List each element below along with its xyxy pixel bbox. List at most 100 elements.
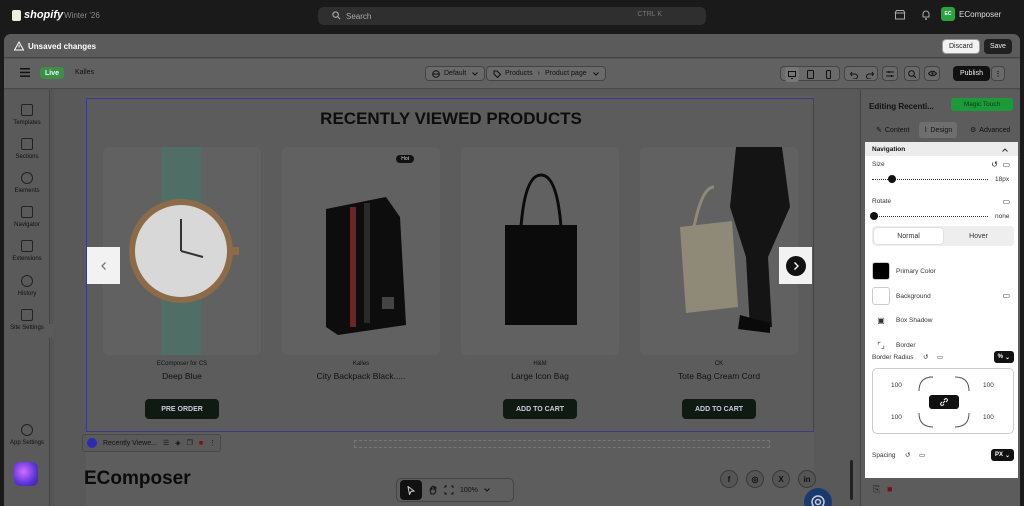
sidebar-item-elements[interactable]: Elements [4, 172, 50, 194]
cursor-icon[interactable] [400, 480, 422, 500]
device-selector[interactable]: Default [425, 66, 486, 81]
settings-sliders-icon[interactable] [882, 66, 898, 81]
hand-icon[interactable] [428, 485, 438, 495]
product-card[interactable]: CK Tote Bag Cream Cord ADD TO CART [640, 147, 798, 419]
facebook-icon[interactable]: f [720, 470, 738, 488]
save-button[interactable]: Save [984, 39, 1012, 54]
tab-content[interactable]: ✎ Content [871, 122, 914, 138]
product-image[interactable] [640, 147, 798, 355]
product-image[interactable]: Hot [282, 147, 440, 355]
slider-knob[interactable] [887, 175, 896, 183]
publish-button[interactable]: Publish [953, 66, 990, 81]
radius-top-right[interactable]: 100 [983, 382, 994, 389]
mobile-icon[interactable] [821, 67, 835, 82]
redo-icon[interactable] [863, 67, 877, 82]
inspect-icon[interactable] [904, 66, 920, 81]
clipboard-icon[interactable]: ⎘ [873, 484, 880, 495]
reset-icon[interactable]: ↺ [923, 353, 928, 361]
tab-hover[interactable]: Hover [944, 228, 1013, 244]
preview-eye-icon[interactable] [924, 66, 940, 81]
radius-top-left[interactable]: 100 [891, 382, 902, 389]
radius-unit-select[interactable]: % ⌄ [993, 351, 1014, 363]
desktop-icon[interactable] [785, 67, 799, 82]
help-lifebuoy-icon[interactable] [804, 488, 832, 506]
tablet-icon[interactable] [803, 67, 817, 82]
tab-design[interactable]: ⌇ Design [919, 122, 958, 138]
desktop-icon[interactable]: ▭ [1002, 291, 1010, 300]
settings-icon[interactable]: ☰ [163, 439, 169, 447]
chevron-up-icon[interactable] [1002, 148, 1008, 152]
primary-color-row[interactable]: Primary Color [872, 262, 936, 280]
bell-icon[interactable] [920, 9, 932, 21]
desktop-icon[interactable]: ▭ [937, 353, 943, 361]
box-shadow-row[interactable]: ▣ Box Shadow [872, 311, 932, 329]
navigation-group-title[interactable]: Navigation [872, 146, 905, 153]
user-menu[interactable]: EC EComposer [941, 7, 1001, 21]
duplicate-icon[interactable]: ❐ [187, 439, 193, 447]
recently-viewed-section[interactable]: RECENTLY VIEWED PRODUCTS EComposer for C… [86, 98, 814, 432]
pre-order-button[interactable]: PRE ORDER [145, 399, 219, 419]
section-toolbar-label[interactable]: Recently Viewe... [103, 440, 157, 447]
radius-bottom-left[interactable]: 100 [891, 414, 902, 421]
product-title[interactable]: City Backpack Black..... [282, 371, 440, 381]
tab-normal[interactable]: Normal [874, 228, 943, 244]
add-to-cart-button[interactable]: ADD TO CART [503, 399, 577, 419]
delete-icon[interactable]: ■ [199, 440, 203, 447]
sidebar-item-app-settings[interactable]: App Settings [4, 424, 50, 446]
carousel-prev-button[interactable] [87, 247, 120, 284]
border-row[interactable]: ⌜⌟ Border [872, 336, 915, 354]
app-avatar[interactable] [14, 462, 38, 486]
more-options-icon[interactable]: ⋮ [991, 66, 1005, 81]
link-radius-button[interactable] [929, 395, 959, 409]
sidebar-item-templates[interactable]: Templates [4, 104, 50, 126]
desktop-icon[interactable]: ▭ [1002, 197, 1010, 206]
carousel-next-button[interactable] [779, 247, 812, 284]
more-options-icon[interactable]: ⋮ [209, 439, 216, 447]
discard-button[interactable]: Discard [942, 39, 980, 54]
desktop-icon[interactable]: ▭ [919, 451, 925, 459]
magic-touch-button[interactable]: Magic Touch [951, 98, 1013, 111]
radius-bottom-right[interactable]: 100 [983, 414, 994, 421]
reset-icon[interactable]: ↺ [905, 451, 910, 459]
slider-knob[interactable] [870, 212, 878, 220]
primary-color-swatch[interactable] [872, 262, 890, 280]
page-selector[interactable]: Products › Product page [486, 66, 606, 81]
shopify-logo[interactable]: shopify [12, 9, 63, 21]
linkedin-icon[interactable]: in [798, 470, 816, 488]
sidebar-item-history[interactable]: History [4, 275, 50, 297]
store-icon[interactable] [894, 9, 906, 21]
delete-icon[interactable]: ■ [887, 484, 892, 494]
size-slider[interactable] [872, 175, 988, 183]
layers-icon[interactable]: ◈ [175, 439, 180, 447]
sidebar-item-extensions[interactable]: Extensions [4, 240, 50, 262]
product-title[interactable]: Tote Bag Cream Cord [640, 371, 798, 381]
product-card[interactable]: Hot Kalles City Backpack Black..... [282, 147, 440, 381]
rotate-slider[interactable] [870, 212, 988, 220]
product-image[interactable] [103, 147, 261, 355]
x-twitter-icon[interactable]: X [772, 470, 790, 488]
product-title[interactable]: Deep Blue [103, 371, 261, 381]
canvas-scrollbar[interactable] [850, 460, 853, 500]
background-swatch[interactable] [872, 287, 890, 305]
sidebar-item-site-settings[interactable]: Site Settings [4, 309, 50, 331]
reset-icon[interactable]: ↺ [991, 160, 998, 169]
undo-icon[interactable] [847, 67, 861, 82]
spacing-unit-select[interactable]: PX ⌄ [990, 449, 1014, 461]
product-card[interactable]: EComposer for CS Deep Blue PRE ORDER [103, 147, 261, 419]
sidebar-item-navigator[interactable]: Navigator [4, 206, 50, 228]
product-card[interactable]: H&M Large Icon Bag ADD TO CART [461, 147, 619, 419]
chevron-left-icon [94, 256, 114, 276]
desktop-icon[interactable]: ▭ [1002, 160, 1010, 169]
tab-advanced[interactable]: ⚙ Advanced [965, 122, 1015, 138]
instagram-icon[interactable]: ◎ [746, 470, 764, 488]
search-bar[interactable]: Search CTRL K [318, 7, 706, 25]
sidebar-item-sections[interactable]: Sections [4, 138, 50, 160]
fit-screen-icon[interactable] [444, 485, 454, 495]
add-to-cart-button[interactable]: ADD TO CART [682, 399, 756, 419]
chevron-down-icon[interactable] [484, 488, 490, 492]
menu-icon[interactable] [20, 68, 30, 77]
product-image[interactable] [461, 147, 619, 355]
product-title[interactable]: Large Icon Bag [461, 371, 619, 381]
background-row[interactable]: Background [872, 287, 931, 305]
zoom-level[interactable]: 100% [460, 487, 478, 494]
